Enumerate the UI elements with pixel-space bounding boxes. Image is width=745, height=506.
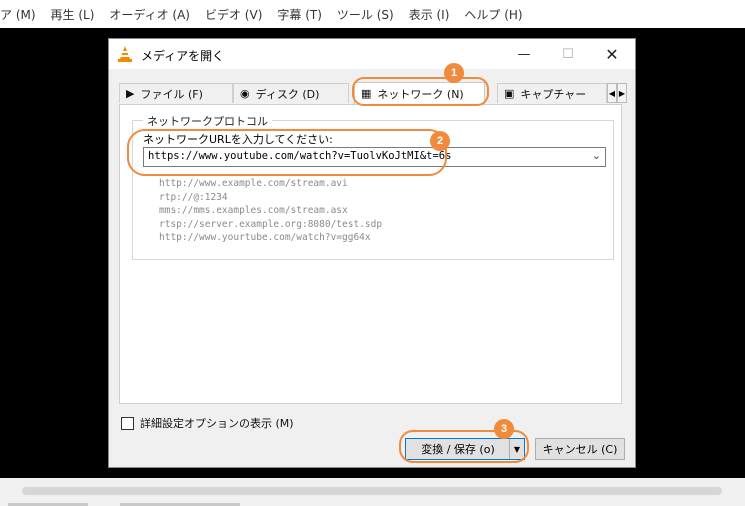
vlc-menubar: ア (M) 再生 (L) オーディオ (A) ビデオ (V) 字幕 (T) ツー… <box>0 0 745 28</box>
show-more-options-label: 詳細設定オプションの表示 (M) <box>140 417 294 430</box>
step-badge-1: 1 <box>444 63 464 83</box>
close-button[interactable]: ✕ <box>600 43 624 65</box>
maximize-icon: ☐ <box>562 46 574 62</box>
disc-icon: ◉ <box>240 87 250 100</box>
menu-playback[interactable]: 再生 (L) <box>51 6 95 23</box>
highlight-url-field <box>127 129 447 176</box>
example-url: mms://mms.examples.com/stream.asx <box>159 205 348 216</box>
step-badge-2: 2 <box>430 131 450 151</box>
tab-capture-label: キャプチャー <box>520 87 587 101</box>
tab-file-label: ファイル (F) <box>140 87 203 101</box>
show-more-options-row[interactable]: 詳細設定オプションの表示 (M) <box>121 415 294 431</box>
capture-icon: ▣ <box>504 87 515 100</box>
tab-scroll-left[interactable]: ◀ <box>607 83 617 103</box>
menu-audio[interactable]: オーディオ (A) <box>109 6 190 23</box>
tab-disc-label: ディスク (D) <box>255 87 320 101</box>
chevron-right-icon: ▶ <box>618 88 626 98</box>
url-examples: http://www.example.com/stream.avi rtp://… <box>159 177 382 245</box>
dialog-title: メディアを開く <box>141 49 225 63</box>
tab-file[interactable]: ▶ ファイル (F) <box>119 83 233 103</box>
cancel-label: キャンセル (C) <box>542 443 618 456</box>
menu-view[interactable]: 表示 (I) <box>409 6 450 23</box>
seek-bar[interactable] <box>22 487 722 495</box>
menu-help[interactable]: ヘルプ (H) <box>464 6 522 23</box>
cancel-button[interactable]: キャンセル (C) <box>535 438 625 460</box>
minimize-button[interactable]: — <box>512 43 536 65</box>
example-url: http://www.example.com/stream.avi <box>159 178 348 189</box>
example-url: rtsp://server.example.org:8080/test.sdp <box>159 218 383 230</box>
menu-subtitle[interactable]: 字幕 (T) <box>277 6 322 23</box>
tab-scroll-right[interactable]: ▶ <box>617 83 627 103</box>
maximize-button[interactable]: ☐ <box>556 43 580 65</box>
dialog-titlebar: メディアを開く — ☐ ✕ <box>109 39 635 69</box>
highlight-network-tab <box>352 77 489 106</box>
show-more-options-checkbox[interactable] <box>121 416 134 430</box>
example-url: rtp://@:1234 <box>159 191 228 203</box>
step-badge-3: 3 <box>494 419 514 439</box>
playback-controls <box>0 478 745 506</box>
chevron-down-icon[interactable]: ⌄ <box>592 149 601 162</box>
group-label: ネットワークプロトコル <box>143 113 272 129</box>
minimize-icon: — <box>517 46 531 62</box>
close-icon: ✕ <box>605 44 619 64</box>
menu-tools[interactable]: ツール (S) <box>337 6 394 23</box>
tab-disc[interactable]: ◉ ディスク (D) <box>233 83 349 103</box>
file-icon: ▶ <box>126 87 135 100</box>
menu-media[interactable]: ア (M) <box>0 6 36 23</box>
example-url: http://www.yourtube.com/watch?v=gg64x <box>159 232 371 243</box>
menu-video[interactable]: ビデオ (V) <box>205 6 262 23</box>
vlc-cone-icon <box>118 46 132 62</box>
chevron-left-icon: ◀ <box>608 88 616 98</box>
tab-capture[interactable]: ▣ キャプチャー <box>497 83 607 103</box>
